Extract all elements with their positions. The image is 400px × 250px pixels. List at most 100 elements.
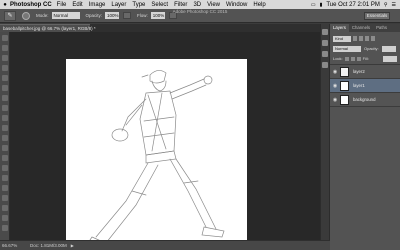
properties-panel-icon[interactable] [322,40,328,46]
layer-row-layer2[interactable]: ◉ layer2 [330,65,400,79]
brush-panel-icon[interactable] [322,51,328,57]
fill-label: Fill: [362,56,369,61]
dodge-tool-icon[interactable] [1,165,8,171]
status-bar: 66.67% Doc: 1.81M/3.00M ▶ [0,240,330,250]
layer-row-layer1[interactable]: ◉ layer1 [330,79,400,93]
menu-filter[interactable]: Filter [174,2,187,8]
quick-select-tool-icon[interactable] [1,65,8,71]
layers-empty-area [330,107,400,250]
history-brush-tool-icon[interactable] [1,125,8,131]
visibility-eye-icon[interactable]: ◉ [330,97,340,103]
crop-tool-icon[interactable] [1,75,8,81]
mode-label: Mode: [36,13,49,18]
spotlight-icon[interactable]: ⚲ [384,2,388,8]
healing-tool-icon[interactable] [1,95,8,101]
blur-tool-icon[interactable] [1,155,8,161]
character-panel-icon[interactable] [322,62,328,68]
pressure-opacity-toggle[interactable] [123,12,132,19]
layer-opacity-input[interactable] [381,45,396,52]
type-tool-icon[interactable] [1,185,8,191]
type-filter-icon[interactable] [365,36,369,41]
options-bar: ✎ Mode: Normal Opacity: 100% Flow: 100% … [0,9,400,23]
blend-mode-select[interactable]: Normal [333,45,361,52]
battery-icon[interactable]: ▮ [320,2,323,8]
zoom-tool-icon[interactable] [1,225,8,231]
document-canvas[interactable] [66,59,247,250]
menu-help[interactable]: Help [253,2,265,8]
fill-input[interactable] [383,55,397,62]
tab-paths[interactable]: Paths [373,24,390,32]
doc-size[interactable]: Doc: 1.81M/3.00M [22,243,67,248]
menu-3d[interactable]: 3D [193,2,201,8]
airbrush-toggle[interactable] [168,12,177,19]
brush-size-picker[interactable] [22,11,30,20]
layer-opacity-label: Opacity: [364,46,379,51]
stamp-tool-icon[interactable] [1,115,8,121]
menu-image[interactable]: Image [89,2,106,8]
eyedropper-tool-icon[interactable] [1,85,8,91]
history-panel-icon[interactable] [322,29,328,35]
layer-name: layer2 [353,69,365,74]
menu-file[interactable]: File [57,2,67,8]
path-select-tool-icon[interactable] [1,195,8,201]
blend-row: Normal Opacity: [333,45,397,52]
layer-thumbnail [340,66,349,77]
brush-tool-icon[interactable] [1,105,8,111]
menu-select[interactable]: Select [151,2,168,8]
document-workspace[interactable] [10,32,320,250]
status-menu-arrow-icon[interactable]: ▶ [71,243,74,248]
visibility-eye-icon[interactable]: ◉ [330,69,340,75]
lock-all-icon[interactable] [356,56,361,61]
lock-pixels-icon[interactable] [344,56,349,61]
tab-channels[interactable]: Channels [349,24,373,32]
layer-filter-row: Kind [333,35,397,42]
shape-filter-icon[interactable] [371,36,375,41]
menu-view[interactable]: View [207,2,220,8]
layer-name: background [353,97,376,102]
layer-thumbnail [340,80,349,91]
layer-thumbnail [340,94,349,105]
opacity-input[interactable]: 100% [105,12,120,19]
eraser-tool-icon[interactable] [1,135,8,141]
pen-tool-icon[interactable] [1,175,8,181]
layer-name: layer1 [353,83,365,88]
menu-type[interactable]: Type [132,2,145,8]
lock-label: Lock: [333,56,343,61]
kind-filter-select[interactable]: Kind [333,35,351,42]
layers-panel: Layers Channels Paths Kind Normal Opacit… [330,24,400,250]
flow-input[interactable]: 100% [150,12,165,19]
clock[interactable]: Tue Oct 27 2:01 PM [326,2,379,8]
visibility-eye-icon[interactable]: ◉ [330,83,340,89]
panel-tabs: Layers Channels Paths [330,24,400,32]
workspace-switcher[interactable]: Essentials [364,12,390,20]
mode-select[interactable]: Normal [51,12,80,19]
zoom-level[interactable]: 66.67% [0,243,22,248]
shape-tool-icon[interactable] [1,205,8,211]
apple-menu-icon[interactable]: ● [0,2,10,8]
hand-tool-icon[interactable] [1,215,8,221]
document-tab[interactable]: baseballpitcher.jpg @ 66.7% (layer1, RGB… [0,24,96,32]
gradient-tool-icon[interactable] [1,145,8,151]
display-icon[interactable]: ▭ [311,2,316,8]
app-menu[interactable]: Photoshop CC [10,2,52,8]
layers-list: ◉ layer2 ◉ layer1 ◉ background [330,64,400,107]
marquee-tool-icon[interactable] [1,45,8,51]
pixel-filter-icon[interactable] [353,36,357,41]
collapsed-panels [320,24,330,240]
list-icon[interactable]: ☰ [392,2,396,8]
menu-layer[interactable]: Layer [111,2,126,8]
move-tool-icon[interactable] [1,35,8,41]
mac-menu-bar: ● Photoshop CC File Edit Image Layer Typ… [0,0,400,9]
adjustment-filter-icon[interactable] [359,36,363,41]
pitcher-sketch [75,70,237,250]
menu-edit[interactable]: Edit [72,2,82,8]
lasso-tool-icon[interactable] [1,55,8,61]
brush-tool-preset-icon[interactable]: ✎ [4,10,16,21]
tab-layers[interactable]: Layers [330,24,349,32]
layer-row-background[interactable]: ◉ background [330,93,400,107]
lock-row: Lock: Fill: [333,55,397,62]
menu-window[interactable]: Window [226,2,247,8]
menu-extras: ▭ ▮ Tue Oct 27 2:01 PM ⚲ ☰ [311,0,396,9]
tools-panel [0,32,10,240]
lock-position-icon[interactable] [350,56,355,61]
